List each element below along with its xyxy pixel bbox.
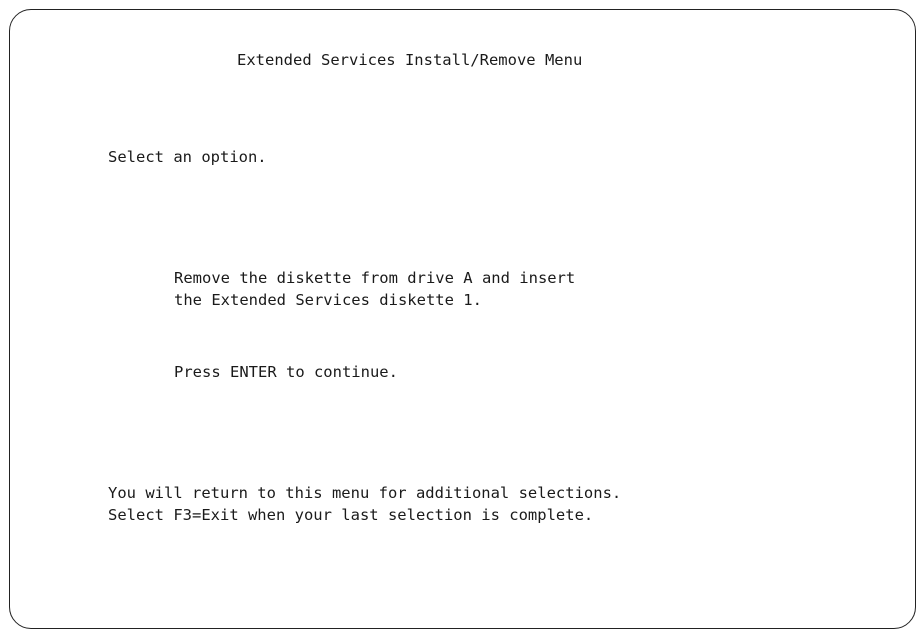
footer-note-line-1: You will return to this menu for additio… [108, 484, 622, 502]
menu-title: Extended Services Install/Remove Menu [237, 51, 583, 69]
diskette-message-line-1: Remove the diskette from drive A and ins… [174, 269, 576, 287]
press-enter-instruction: Press ENTER to continue. [174, 363, 398, 381]
diskette-message-line-2: the Extended Services diskette 1. [174, 291, 482, 309]
select-option-prompt: Select an option. [108, 148, 267, 166]
terminal-screen [9, 9, 916, 629]
footer-note-line-2: Select F3=Exit when your last selection … [108, 506, 594, 524]
